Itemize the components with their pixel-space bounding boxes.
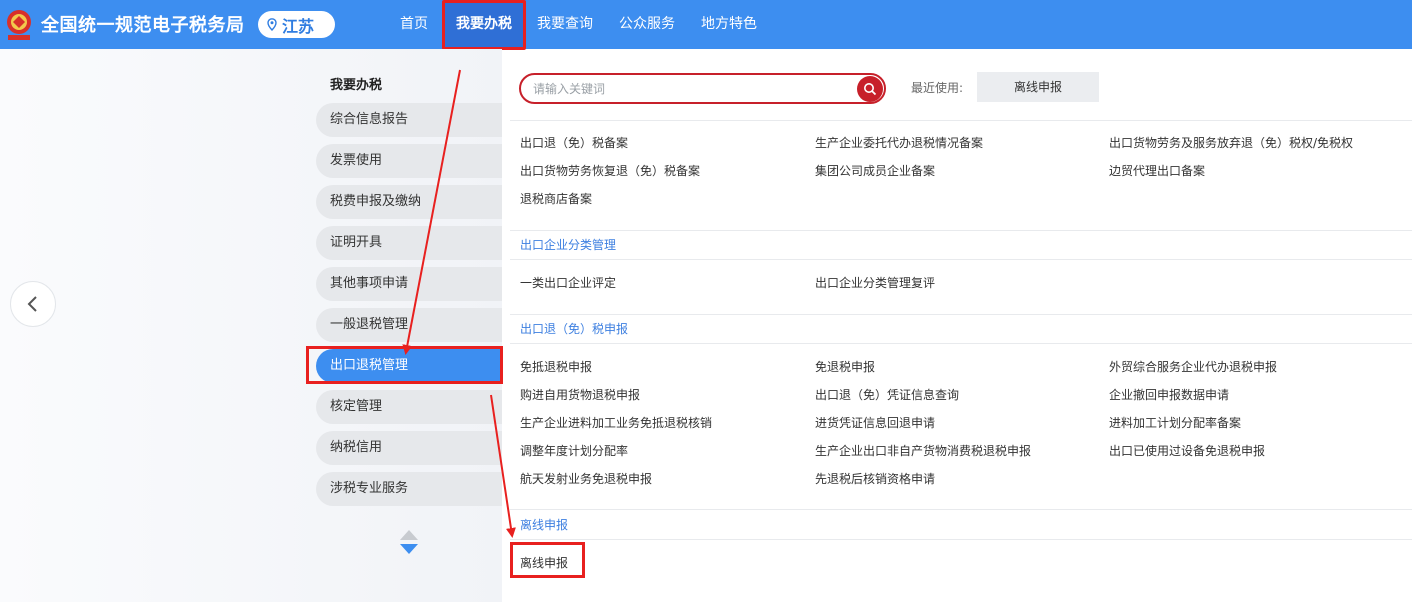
divider <box>510 120 1412 121</box>
sidebar-item-certificate[interactable]: 证明开具 <box>316 226 502 260</box>
link-class-one-assessment[interactable]: 一类出口企业评定 <box>520 274 616 291</box>
link-refund-shop-filing[interactable]: 退税商店备案 <box>520 190 592 207</box>
chevron-left-icon <box>27 296 37 312</box>
search-box <box>519 73 886 104</box>
search-input[interactable] <box>533 79 853 99</box>
nav-home[interactable]: 首页 <box>400 0 428 49</box>
sidebar-title: 我要办税 <box>330 78 383 93</box>
link-declaration[interactable]: 免抵退税申报 <box>520 358 592 375</box>
nav-annotation-box <box>442 0 526 50</box>
region-label: 江苏 <box>282 16 315 36</box>
link-declaration[interactable]: 先退税后核销资格申请 <box>815 470 935 487</box>
divider <box>510 314 1412 315</box>
link-declaration[interactable]: 进货凭证信息回退申请 <box>815 414 935 431</box>
link-waive-refund[interactable]: 出口货物劳务及服务放弃退（免）税权/免税权 <box>1109 134 1353 151</box>
link-restore-refund[interactable]: 出口货物劳务恢复退（免）税备案 <box>520 162 700 179</box>
link-class-review[interactable]: 出口企业分类管理复评 <box>815 274 935 291</box>
sidebar-item-credit[interactable]: 纳税信用 <box>316 431 502 465</box>
tax-emblem-icon <box>7 10 31 40</box>
link-declaration[interactable]: 生产企业进料加工业务免抵退税核销 <box>520 414 712 431</box>
link-declaration[interactable]: 出口已使用过设备免退税申报 <box>1109 442 1265 459</box>
nav-query[interactable]: 我要查询 <box>537 0 593 49</box>
link-declaration[interactable]: 免退税申报 <box>815 358 875 375</box>
link-border-trade-filing[interactable]: 边贸代理出口备案 <box>1109 162 1205 179</box>
link-declaration[interactable]: 出口退（免）凭证信息查询 <box>815 386 959 403</box>
link-declaration[interactable]: 购进自用货物退税申报 <box>520 386 640 403</box>
divider <box>510 539 1412 540</box>
search-icon <box>864 83 877 96</box>
sidebar-item-info-report[interactable]: 综合信息报告 <box>316 103 502 137</box>
link-group-filing[interactable]: 集团公司成员企业备案 <box>815 162 935 179</box>
link-declaration[interactable]: 进料加工计划分配率备案 <box>1109 414 1241 431</box>
section-title-classification: 出口企业分类管理 <box>520 238 617 252</box>
link-declaration[interactable]: 调整年度计划分配率 <box>520 442 628 459</box>
back-button[interactable] <box>10 281 56 327</box>
sidebar-item-invoice[interactable]: 发票使用 <box>316 144 502 178</box>
divider <box>510 230 1412 231</box>
link-declaration[interactable]: 航天发射业务免退税申报 <box>520 470 652 487</box>
link-export-filing[interactable]: 出口退（免）税备案 <box>520 134 628 151</box>
nav-local-features[interactable]: 地方特色 <box>701 0 757 49</box>
section-title-declaration: 出口退（免）税申报 <box>520 322 629 336</box>
sidebar-item-professional[interactable]: 涉税专业服务 <box>316 472 502 506</box>
sidebar-item-assessment[interactable]: 核定管理 <box>316 390 502 424</box>
search-button[interactable] <box>857 76 883 102</box>
divider <box>510 259 1412 260</box>
link-declaration[interactable]: 生产企业出口非自产货物消费税退税申报 <box>815 442 1031 459</box>
scroll-down-icon[interactable] <box>400 544 418 554</box>
link-agent-refund-filing[interactable]: 生产企业委托代办退税情况备案 <box>815 134 983 151</box>
link-declaration[interactable]: 外贸综合服务企业代办退税申报 <box>1109 358 1277 375</box>
top-navigation-bar: 全国统一规范电子税务局 江苏 首页 我要办税 我要查询 公众服务 地方特色 <box>0 0 1412 49</box>
site-title[interactable]: 全国统一规范电子税务局 <box>41 11 245 37</box>
sidebar-item-general-refund[interactable]: 一般退税管理 <box>316 308 502 342</box>
recent-item-offline[interactable]: 离线申报 <box>977 72 1099 102</box>
divider <box>510 509 1412 510</box>
location-pin-icon <box>267 18 277 31</box>
nav-public-service[interactable]: 公众服务 <box>619 0 675 49</box>
sidebar-item-other-request[interactable]: 其他事项申请 <box>316 267 502 301</box>
offline-annotation-box <box>510 542 585 578</box>
section-title-offline: 离线申报 <box>520 518 569 532</box>
recent-label: 最近使用: <box>911 81 964 95</box>
sidebar-annotation-box <box>306 346 503 384</box>
region-selector[interactable]: 江苏 <box>258 11 335 38</box>
divider <box>510 343 1412 344</box>
scroll-up-icon[interactable] <box>400 530 418 540</box>
sidebar-item-declaration[interactable]: 税费申报及缴纳 <box>316 185 502 219</box>
link-declaration[interactable]: 企业撤回申报数据申请 <box>1109 386 1229 403</box>
